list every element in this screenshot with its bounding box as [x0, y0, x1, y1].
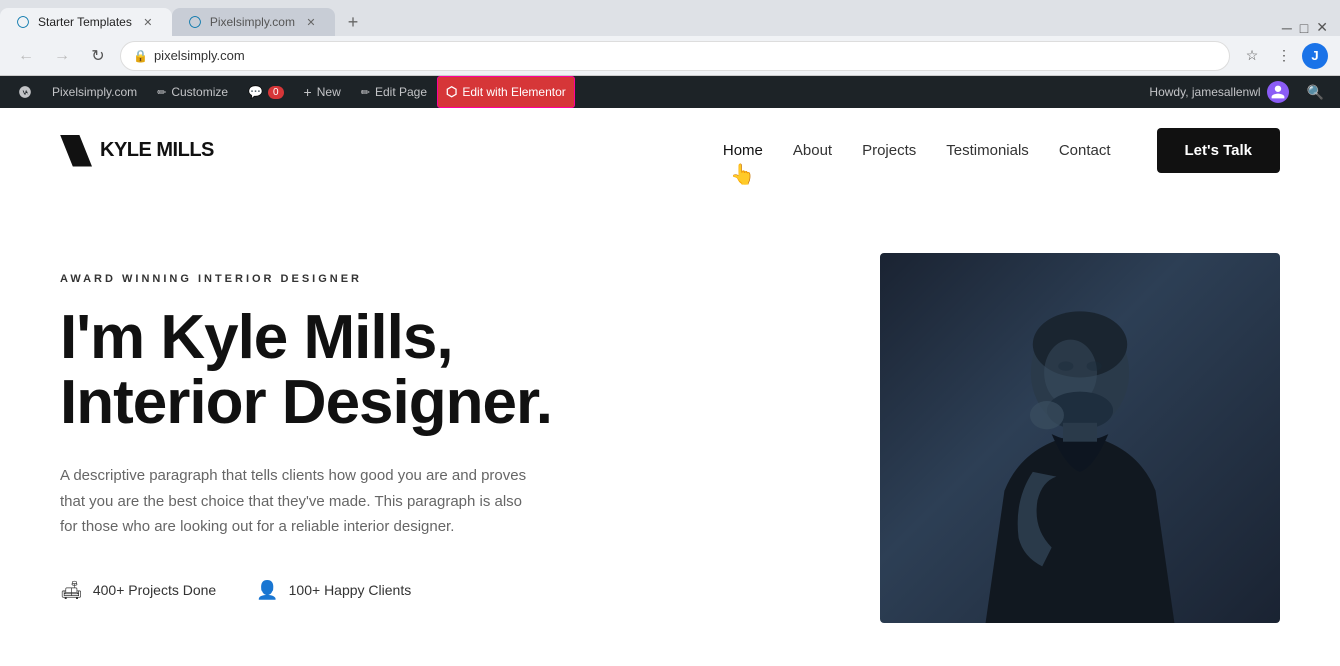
hero-person [880, 253, 1280, 623]
tab-pixelsimply-title: Pixelsimply.com [210, 15, 295, 29]
forward-button[interactable]: → [48, 42, 76, 70]
close-window-button[interactable]: ✕ [1316, 19, 1328, 36]
wp-user-avatar [1267, 81, 1289, 103]
lock-icon: 🔒 [133, 49, 148, 63]
customize-label: Customize [171, 85, 228, 99]
wordpress-icon-2 [188, 15, 202, 29]
hero-stat-clients: 👤 100+ Happy Clients [256, 580, 411, 601]
maximize-button[interactable]: □ [1300, 20, 1308, 36]
tab-bar: Starter Templates ✕ Pixelsimply.com ✕ + … [0, 0, 1340, 36]
edit-elementor-item[interactable]: ⬡ Edit with Elementor [437, 76, 575, 108]
website-content: KYLE MILLS Home 👆 About Projects Testimo… [0, 108, 1340, 623]
address-url: pixelsimply.com [154, 48, 1217, 63]
tab-starter-title: Starter Templates [38, 15, 132, 29]
edit-page-item[interactable]: ✏ Edit Page [351, 76, 437, 108]
wp-logo-item[interactable] [8, 76, 42, 108]
nav-home[interactable]: Home 👆 [723, 142, 763, 159]
hero-content: AWARD WINNING INTERIOR DESIGNER I'm Kyle… [60, 253, 880, 601]
hero-title-line1: I'm Kyle Mills, [60, 303, 453, 372]
hero-stat-projects: 🛋 400+ Projects Done [60, 580, 216, 601]
nav-contact-label: Contact [1059, 142, 1111, 159]
clients-icon: 👤 [256, 580, 278, 601]
cursor-icon: 👆 [730, 162, 755, 187]
nav-home-label: Home [723, 142, 763, 159]
nav-contact[interactable]: Contact [1059, 142, 1111, 159]
hero-subtitle: AWARD WINNING INTERIOR DESIGNER [60, 273, 880, 285]
site-name-item[interactable]: Pixelsimply.com [42, 76, 147, 108]
hero-stats: 🛋 400+ Projects Done 👤 100+ Happy Client… [60, 580, 880, 601]
reload-button[interactable]: ↻ [84, 42, 112, 70]
new-item[interactable]: + New [294, 76, 351, 108]
tab-starter-close[interactable]: ✕ [140, 14, 156, 30]
site-header: KYLE MILLS Home 👆 About Projects Testimo… [0, 108, 1340, 193]
browser-toolbar: ← → ↻ 🔒 pixelsimply.com ☆ ⋮ J [0, 36, 1340, 76]
tab-pixelsimply-close[interactable]: ✕ [303, 14, 319, 30]
profile-avatar[interactable]: J [1302, 43, 1328, 69]
wp-right-section: Howdy, jamesallenwl 🔍 [1139, 81, 1332, 103]
hero-section: AWARD WINNING INTERIOR DESIGNER I'm Kyle… [0, 193, 1340, 623]
back-button[interactable]: ← [12, 42, 40, 70]
nav-about-label: About [793, 142, 832, 159]
plus-icon: + [304, 84, 312, 100]
wordpress-icon [16, 15, 30, 29]
browser-chrome: Starter Templates ✕ Pixelsimply.com ✕ + … [0, 0, 1340, 76]
wp-search-icon[interactable]: 🔍 [1299, 84, 1332, 101]
new-label: New [317, 85, 341, 99]
elementor-icon: ⬡ [446, 84, 457, 100]
person-silhouette [940, 283, 1220, 623]
toolbar-icons: ☆ ⋮ J [1238, 42, 1328, 70]
edit-elementor-label: Edit with Elementor [462, 85, 565, 99]
howdy-text: Howdy, jamesallenwl [1149, 85, 1260, 99]
site-name-label: Pixelsimply.com [52, 85, 137, 99]
hero-title: I'm Kyle Mills, Interior Designer. [60, 305, 880, 435]
hero-description: A descriptive paragraph that tells clien… [60, 463, 540, 540]
customize-item[interactable]: ✏ Customize [147, 76, 238, 108]
minimize-button[interactable]: ─ [1282, 20, 1292, 36]
edit-page-label: Edit Page [375, 85, 427, 99]
pencil-icon-2: ✏ [361, 86, 370, 99]
hero-title-line2: Interior Designer. [60, 368, 552, 437]
more-options-icon[interactable]: ⋮ [1270, 42, 1298, 70]
tab-starter-templates[interactable]: Starter Templates ✕ [0, 8, 172, 36]
nav-testimonials[interactable]: Testimonials [946, 142, 1029, 159]
cta-button[interactable]: Let's Talk [1157, 128, 1280, 173]
projects-stat-label: 400+ Projects Done [93, 582, 216, 598]
bookmark-icon[interactable]: ☆ [1238, 42, 1266, 70]
nav-projects-label: Projects [862, 142, 916, 159]
clients-stat-label: 100+ Happy Clients [289, 582, 412, 598]
comment-count: 0 [268, 86, 284, 99]
nav-testimonials-label: Testimonials [946, 142, 1029, 159]
hero-image [880, 253, 1280, 623]
howdy-section[interactable]: Howdy, jamesallenwl [1139, 81, 1298, 103]
tab-pixelsimply[interactable]: Pixelsimply.com ✕ [172, 8, 335, 36]
wp-admin-bar: Pixelsimply.com ✏ Customize 💬 0 + New ✏ … [0, 76, 1340, 108]
new-tab-button[interactable]: + [339, 8, 367, 36]
address-bar[interactable]: 🔒 pixelsimply.com [120, 41, 1230, 71]
comment-icon: 💬 [248, 85, 263, 99]
nav-projects[interactable]: Projects [862, 142, 916, 159]
pencil-icon: ✏ [157, 86, 166, 99]
site-logo[interactable]: KYLE MILLS [60, 135, 214, 167]
logo-k-icon [60, 135, 92, 167]
logo-text: KYLE MILLS [100, 139, 214, 162]
site-navigation: Home 👆 About Projects Testimonials Conta… [723, 128, 1280, 173]
nav-about[interactable]: About [793, 142, 832, 159]
projects-icon: 🛋 [60, 580, 83, 601]
comments-item[interactable]: 💬 0 [238, 76, 294, 108]
